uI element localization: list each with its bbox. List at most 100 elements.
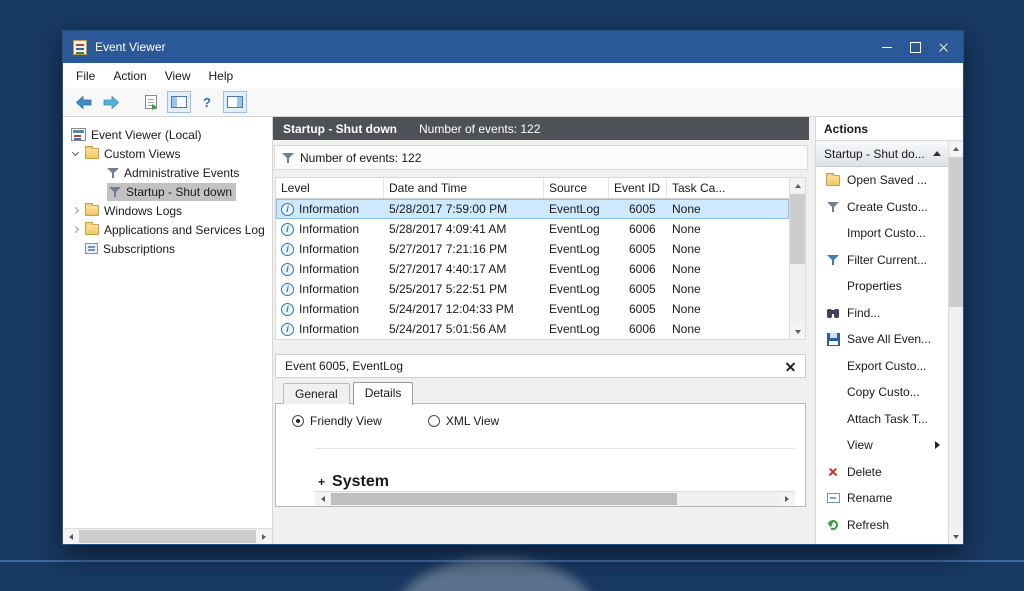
tree-horizontal-scrollbar[interactable] [63, 528, 272, 544]
scrollbar-thumb[interactable] [790, 194, 805, 264]
tree-item-label: Applications and Services Log [104, 223, 265, 237]
table-header: Level Date and Time Source Event ID Task… [276, 178, 789, 199]
action-import-custom-view[interactable]: Import Custo... [816, 220, 948, 247]
action-filter-current[interactable]: Filter Current... [816, 247, 948, 274]
action-refresh[interactable]: Refresh [816, 512, 948, 539]
column-header-level[interactable]: Level [276, 178, 384, 198]
tree-item-label: Custom Views [104, 147, 180, 161]
column-header-event-id[interactable]: Event ID [609, 178, 667, 198]
action-export-custom-view[interactable]: Export Custo... [816, 353, 948, 380]
column-header-source[interactable]: Source [544, 178, 609, 198]
scroll-left-icon[interactable] [315, 492, 331, 506]
event-viewer-window: Event Viewer File Action View Help [62, 30, 964, 545]
tree-item-windows-logs[interactable]: Windows Logs [63, 201, 272, 220]
scroll-up-icon[interactable] [949, 141, 963, 156]
chevron-collapsed-icon[interactable] [72, 207, 79, 214]
table-vertical-scrollbar[interactable] [789, 177, 806, 340]
scrollbar-thumb[interactable] [79, 530, 256, 543]
back-icon[interactable] [71, 91, 95, 113]
menu-help[interactable]: Help [200, 63, 243, 88]
tab-general[interactable]: General [283, 383, 350, 404]
action-rename[interactable]: Rename [816, 485, 948, 512]
cell-level: Information [299, 202, 359, 216]
scroll-left-icon[interactable] [63, 529, 79, 544]
menu-view[interactable]: View [156, 63, 200, 88]
action-find[interactable]: Find... [816, 300, 948, 327]
collapse-icon[interactable] [933, 151, 941, 156]
table-row[interactable]: Information 5/24/2017 5:01:56 AM EventLo… [276, 319, 789, 339]
tree-item-subscriptions[interactable]: Subscriptions [63, 239, 272, 258]
cell-level: Information [299, 302, 359, 316]
table-row[interactable]: Information 5/27/2017 7:21:16 PM EventLo… [276, 239, 789, 259]
tree-item-event-viewer-local[interactable]: Event Viewer (Local) [63, 125, 272, 144]
minimize-button[interactable] [873, 31, 901, 63]
create-view-icon [827, 201, 839, 213]
action-create-custom-view[interactable]: Create Custo... [816, 194, 948, 221]
scrollbar-track[interactable] [677, 492, 779, 506]
chevron-expanded-icon[interactable] [72, 149, 79, 156]
action-properties[interactable]: Properties [816, 273, 948, 300]
preview-horizontal-scrollbar[interactable] [315, 491, 795, 506]
scroll-up-icon[interactable] [790, 178, 805, 193]
action-pane-icon[interactable] [223, 91, 247, 113]
action-save-all-events[interactable]: Save All Even... [816, 326, 948, 353]
toolbar [63, 88, 963, 117]
column-header-datetime[interactable]: Date and Time [384, 178, 544, 198]
cell-task: None [667, 239, 789, 259]
table-row[interactable]: Information 5/25/2017 5:22:51 PM EventLo… [276, 279, 789, 299]
maximize-button[interactable] [901, 31, 929, 63]
menu-file[interactable]: File [67, 63, 104, 88]
console-tree: Event Viewer (Local) Custom Views Admini… [63, 117, 273, 544]
console-tree-icon[interactable] [167, 91, 191, 113]
table-row[interactable]: Information 5/28/2017 4:09:41 AM EventLo… [276, 219, 789, 239]
scrollbar-track[interactable] [790, 193, 805, 324]
tree-item-custom-views[interactable]: Custom Views [63, 144, 272, 163]
scroll-right-icon[interactable] [256, 529, 272, 544]
window-controls [873, 31, 957, 63]
tree-item-administrative-events[interactable]: Administrative Events [63, 163, 272, 182]
actions-scrollbar[interactable] [948, 141, 963, 544]
table-row[interactable]: Information 5/28/2017 7:59:00 PM EventLo… [276, 199, 789, 219]
close-button[interactable] [929, 31, 957, 63]
tree-item-startup-shutdown[interactable]: Startup - Shut down [63, 182, 272, 201]
cell-event-id: 6006 [609, 319, 667, 339]
close-preview-icon[interactable] [785, 361, 796, 372]
results-header: Startup - Shut down Number of events: 12… [273, 117, 809, 140]
cell-datetime: 5/25/2017 5:22:51 PM [384, 279, 544, 299]
tree-item-applications-services-logs[interactable]: Applications and Services Log [63, 220, 272, 239]
tree-item-label: Event Viewer (Local) [91, 128, 202, 142]
menu-bar: File Action View Help [63, 63, 963, 88]
action-attach-task[interactable]: Attach Task T... [816, 406, 948, 433]
actions-group-header[interactable]: Startup - Shut do... [816, 141, 948, 167]
action-open-saved-log[interactable]: Open Saved ... [816, 167, 948, 194]
radio-friendly-view[interactable]: Friendly View [292, 414, 382, 428]
tree-item-label: Subscriptions [103, 242, 175, 256]
action-help[interactable]: Help [816, 538, 948, 544]
scrollbar-thumb[interactable] [949, 157, 963, 307]
action-delete[interactable]: Delete [816, 459, 948, 486]
table-row[interactable]: Information 5/24/2017 12:04:33 PM EventL… [276, 299, 789, 319]
chevron-collapsed-icon[interactable] [72, 226, 79, 233]
action-copy-custom-view[interactable]: Copy Custo... [816, 379, 948, 406]
help-icon[interactable] [195, 91, 219, 113]
scroll-right-icon[interactable] [779, 492, 795, 506]
scroll-down-icon[interactable] [949, 529, 963, 544]
radio-xml-view[interactable]: XML View [428, 414, 499, 428]
forward-icon[interactable] [99, 91, 123, 113]
action-label: Properties [847, 279, 902, 293]
expand-icon[interactable]: + [318, 475, 325, 489]
xml-node-system[interactable]: + System [318, 473, 389, 491]
table-row[interactable]: Information 5/27/2017 4:40:17 AM EventLo… [276, 259, 789, 279]
scroll-down-icon[interactable] [790, 324, 805, 339]
action-view[interactable]: View [816, 432, 948, 459]
column-header-task[interactable]: Task Ca... [667, 178, 789, 198]
menu-action[interactable]: Action [104, 63, 155, 88]
title-bar[interactable]: Event Viewer [63, 31, 963, 63]
details-tab-content: Friendly View XML View + System [275, 403, 806, 507]
scrollbar-thumb[interactable] [331, 493, 677, 505]
scrollbar-track[interactable] [949, 156, 963, 529]
export-list-icon[interactable] [139, 91, 163, 113]
cell-task: None [667, 219, 789, 239]
tab-details[interactable]: Details [353, 382, 414, 405]
radio-unselected-icon [428, 415, 440, 427]
